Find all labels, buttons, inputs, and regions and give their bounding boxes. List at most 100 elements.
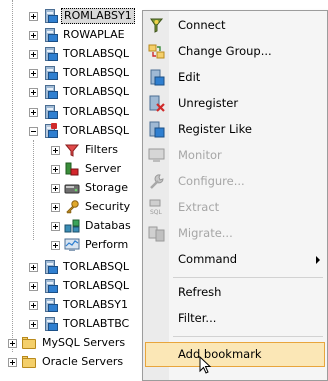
menu-item-label: Unregister (178, 96, 239, 110)
expand-icon[interactable] (29, 87, 38, 97)
menu-item-refresh[interactable]: Refresh (145, 280, 325, 305)
expand-icon[interactable] (29, 300, 38, 310)
tree-node-child[interactable]: Server (51, 160, 123, 178)
tree-node-label[interactable]: TORLABTBC (61, 316, 131, 332)
menu-item-migrate[interactable]: Migrate... (145, 221, 325, 246)
configure-icon (148, 173, 165, 190)
tree-node-server[interactable]: TORLABSY1 (29, 296, 130, 314)
tree-node-label[interactable]: ROMLABSY1 (61, 8, 135, 24)
server-alert-icon (42, 123, 58, 139)
tree-node-server[interactable]: TORLABSQL (29, 277, 131, 295)
menu-separator (173, 336, 323, 337)
tree-node-label[interactable]: Filters (83, 142, 120, 158)
extract-icon: SQL (148, 199, 165, 216)
tree-node-server[interactable]: TORLABSQL (29, 83, 131, 101)
tree-node-server[interactable]: TORLABTBC (29, 315, 131, 333)
menu-item-command[interactable]: Command (145, 247, 325, 272)
databases-icon (64, 218, 80, 234)
server-icon (42, 46, 58, 62)
menu-item-label: Refresh (178, 285, 222, 299)
tree-node-server[interactable]: ROWAPLAE (29, 26, 127, 44)
expand-icon[interactable] (8, 338, 17, 348)
menu-item-configure[interactable]: Configure... (145, 169, 325, 194)
expand-icon[interactable] (29, 68, 38, 78)
expand-icon[interactable] (51, 183, 60, 193)
svg-text:SQL: SQL (150, 209, 163, 216)
tree-node-label[interactable]: Security (83, 199, 132, 215)
expand-icon[interactable] (29, 30, 38, 40)
tree-node-server[interactable]: TORLABSQL (29, 258, 131, 276)
menu-item-connect[interactable]: Connect (145, 13, 325, 38)
tree-node-label[interactable]: Databas (83, 218, 133, 234)
register-like-icon (148, 121, 165, 138)
server-icon (42, 259, 58, 275)
menu-item-unregister[interactable]: Unregister (145, 91, 325, 116)
tree-node-label[interactable]: Perform (83, 237, 130, 253)
tree-node-label[interactable]: Oracle Servers (40, 354, 125, 370)
mouse-cursor-icon (199, 356, 212, 374)
expand-icon[interactable] (51, 164, 60, 174)
server-icon (42, 84, 58, 100)
menu-item-register-like[interactable]: Register Like (145, 117, 325, 142)
security-key-icon (64, 199, 80, 215)
expand-icon[interactable] (51, 240, 60, 250)
expand-icon[interactable] (29, 49, 38, 59)
tree-node-label[interactable]: TORLABSQL (61, 123, 131, 139)
tree-node-label[interactable]: TORLABSY1 (61, 297, 130, 313)
expand-icon[interactable] (29, 107, 38, 117)
tree-node-child[interactable]: Filters (51, 141, 120, 159)
tree-node-group[interactable]: Oracle Servers (8, 353, 125, 371)
tree-node-server[interactable]: ROMLABSY1 (29, 7, 135, 25)
expand-icon[interactable] (51, 202, 60, 212)
tree-node-child[interactable]: Perform (51, 236, 130, 254)
tree-node-label[interactable]: TORLABSQL (61, 259, 131, 275)
tree-node-label[interactable]: TORLABSQL (61, 84, 131, 100)
tree-node-label[interactable]: TORLABSQL (61, 104, 131, 120)
change-group-icon (148, 43, 165, 60)
server-icon (42, 104, 58, 120)
tree-node-child[interactable]: Security (51, 198, 132, 216)
expand-icon[interactable] (29, 319, 38, 329)
tree-node-label[interactable]: Storage (83, 180, 130, 196)
collapse-icon[interactable] (29, 126, 38, 136)
tree-node-child[interactable]: Storage (51, 179, 130, 197)
menu-item-label: Configure... (178, 174, 245, 188)
tree-node-child[interactable]: Databas (51, 217, 133, 235)
expand-icon[interactable] (51, 145, 60, 155)
server-icon (42, 278, 58, 294)
expand-icon[interactable] (8, 357, 17, 367)
connect-icon (148, 17, 165, 34)
menu-item-add-bookmark[interactable]: Add bookmark (145, 342, 325, 367)
menu-separator (173, 277, 323, 278)
menu-item-label: Register Like (178, 122, 252, 136)
tree-node-label[interactable]: Server (83, 161, 123, 177)
menu-item-extract[interactable]: SQL Extract (145, 195, 325, 220)
menu-item-monitor[interactable]: Monitor (145, 143, 325, 168)
folder-icon (21, 335, 37, 351)
expand-icon[interactable] (29, 281, 38, 291)
storage-icon (64, 180, 80, 196)
context-menu: Connect Change Group... Edit Unregister … (142, 10, 328, 381)
expand-icon[interactable] (29, 11, 38, 21)
tree-node-label[interactable]: ROWAPLAE (61, 27, 127, 43)
tree-node-label[interactable]: MySQL Servers (40, 335, 127, 351)
tree-node-server[interactable]: TORLABSQL (29, 64, 131, 82)
tree-node-label[interactable]: TORLABSQL (61, 46, 131, 62)
menu-item-label: Connect (178, 18, 226, 32)
menu-item-edit[interactable]: Edit (145, 65, 325, 90)
server-icon (42, 297, 58, 313)
expand-icon[interactable] (29, 262, 38, 272)
tree-node-server-expanded[interactable]: TORLABSQL (29, 122, 131, 140)
menu-item-filter[interactable]: Filter... (145, 306, 325, 331)
tree-node-server[interactable]: TORLABSQL (29, 45, 131, 63)
menu-item-label: Extract (178, 200, 220, 214)
tree-node-group[interactable]: MySQL Servers (8, 334, 127, 352)
tree-node-server[interactable]: TORLABSQL (29, 103, 131, 121)
folder-icon (21, 354, 37, 370)
expand-icon[interactable] (51, 221, 60, 231)
unregister-icon (148, 95, 165, 112)
tree-node-label[interactable]: TORLABSQL (61, 278, 131, 294)
tree-node-label[interactable]: TORLABSQL (61, 65, 131, 81)
edit-icon (148, 69, 165, 86)
menu-item-change-group[interactable]: Change Group... (145, 39, 325, 64)
